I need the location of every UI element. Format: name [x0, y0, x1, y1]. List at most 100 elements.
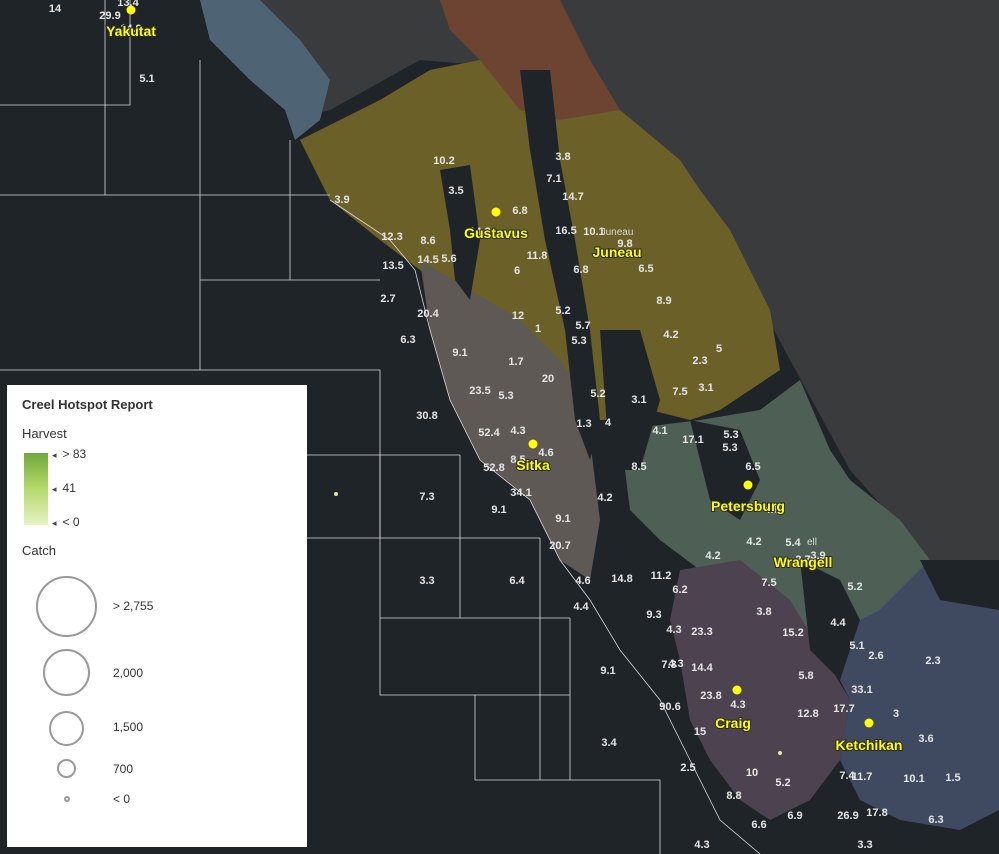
city-marker-sitka[interactable]: [528, 439, 538, 449]
area-value-label[interactable]: 6.2: [672, 584, 687, 596]
area-value-label[interactable]: 1: [535, 323, 541, 335]
area-value-label[interactable]: 8.6: [420, 235, 435, 247]
city-marker-yakutat[interactable]: [126, 5, 136, 15]
area-value-label[interactable]: 3.9: [334, 194, 349, 206]
area-value-label[interactable]: 14.7: [562, 191, 583, 203]
area-value-label[interactable]: 7.3: [661, 659, 676, 671]
area-value-label[interactable]: 17.8: [866, 807, 887, 819]
area-value-label[interactable]: 4.3: [694, 839, 709, 851]
area-value-label[interactable]: 7.1: [546, 173, 561, 185]
area-value-label[interactable]: 11.2: [651, 570, 672, 582]
area-value-label[interactable]: 3: [893, 708, 899, 720]
area-value-label[interactable]: 10.2: [433, 155, 454, 167]
area-value-label[interactable]: 3.6: [918, 733, 933, 745]
area-value-label[interactable]: 3.8: [555, 151, 570, 163]
area-value-label[interactable]: 1.3: [576, 418, 591, 430]
area-value-label[interactable]: 5.1: [139, 73, 154, 85]
area-value-label[interactable]: 12.3: [381, 231, 402, 243]
area-value-label[interactable]: 33.1: [851, 684, 872, 696]
area-value-label[interactable]: 10.1: [903, 773, 924, 785]
area-value-label[interactable]: 16.5: [555, 225, 576, 237]
area-value-label[interactable]: 6: [514, 265, 520, 277]
area-value-label[interactable]: 29.9: [99, 10, 120, 22]
area-value-label[interactable]: 14.5: [417, 254, 438, 266]
area-value-label[interactable]: 6.3: [928, 814, 943, 826]
area-value-label[interactable]: 5.3: [498, 390, 513, 402]
area-value-label[interactable]: 4.2: [746, 536, 761, 548]
area-value-label[interactable]: 6.8: [573, 264, 588, 276]
area-value-label[interactable]: 1.7: [508, 356, 523, 368]
area-value-label[interactable]: 3.3: [857, 839, 872, 851]
area-value-label[interactable]: 5.1: [849, 640, 864, 652]
area-value-label[interactable]: 5.8: [798, 670, 813, 682]
area-value-label[interactable]: 3.5: [448, 185, 463, 197]
area-value-label[interactable]: 4.2: [663, 329, 678, 341]
area-value-label[interactable]: 9.1: [600, 665, 615, 677]
area-value-label[interactable]: 2.3: [925, 655, 940, 667]
area-value-label[interactable]: 4.2: [705, 550, 720, 562]
area-value-label[interactable]: 6.6: [751, 819, 766, 831]
area-value-label[interactable]: 90.6: [659, 701, 680, 713]
area-value-label[interactable]: 5.2: [590, 388, 605, 400]
area-value-label[interactable]: 5.7: [575, 320, 590, 332]
area-value-label[interactable]: 6.5: [745, 461, 760, 473]
area-value-label[interactable]: 17.7: [833, 703, 854, 715]
area-value-label[interactable]: 6.8: [512, 205, 527, 217]
area-value-label[interactable]: 4.4: [830, 617, 846, 629]
area-value-label[interactable]: 15.2: [782, 627, 803, 639]
area-value-label[interactable]: 14: [49, 3, 62, 15]
area-value-label[interactable]: 52.8: [483, 462, 504, 474]
area-value-label[interactable]: 3.8: [756, 606, 771, 618]
area-value-label[interactable]: 7.3: [419, 491, 434, 503]
area-value-label[interactable]: 26.9: [837, 810, 858, 822]
area-value-label[interactable]: 3.1: [698, 382, 713, 394]
area-value-label[interactable]: 8.8: [726, 790, 741, 802]
area-value-label[interactable]: 4: [605, 417, 612, 429]
catch-point[interactable]: [778, 751, 782, 755]
area-value-label[interactable]: 23.8: [700, 690, 721, 702]
area-value-label[interactable]: 8.5: [631, 461, 646, 473]
area-value-label[interactable]: 9.1: [491, 504, 506, 516]
area-value-label[interactable]: 7.5: [761, 577, 776, 589]
city-marker-gustavus[interactable]: [491, 207, 501, 217]
area-value-label[interactable]: 8.9: [656, 295, 671, 307]
area-value-label[interactable]: 52.4: [478, 427, 500, 439]
area-value-label[interactable]: 4.3: [730, 699, 745, 711]
area-value-label[interactable]: 2.3: [692, 355, 707, 367]
area-value-label[interactable]: 20: [542, 373, 554, 385]
area-value-label[interactable]: 5.3: [571, 335, 586, 347]
area-value-label[interactable]: 2.6: [868, 650, 883, 662]
area-value-label[interactable]: 4.3: [510, 425, 525, 437]
area-value-label[interactable]: 4.1: [652, 425, 667, 437]
area-value-label[interactable]: 9.1: [452, 347, 467, 359]
area-value-label[interactable]: 11.8: [527, 250, 548, 262]
area-value-label[interactable]: 10: [746, 767, 758, 779]
area-value-label[interactable]: 4.3: [666, 624, 681, 636]
area-value-label[interactable]: 5.2: [847, 581, 862, 593]
area-value-label[interactable]: 30.8: [416, 410, 437, 422]
area-value-label[interactable]: 6.3: [400, 334, 415, 346]
area-value-label[interactable]: 20.4: [417, 308, 439, 320]
city-marker-petersburg[interactable]: [743, 480, 753, 490]
area-value-label[interactable]: 11.7: [852, 771, 873, 783]
area-value-label[interactable]: 5.3: [722, 442, 737, 454]
area-value-label[interactable]: 14.8: [611, 573, 632, 585]
area-value-label[interactable]: 12.8: [797, 708, 818, 720]
area-value-label[interactable]: 23.3: [691, 626, 712, 638]
area-value-label[interactable]: 3.3: [419, 575, 434, 587]
area-value-label[interactable]: 3.1: [631, 394, 646, 406]
area-value-label[interactable]: 6.9: [787, 810, 802, 822]
area-value-label[interactable]: 3.4: [601, 737, 617, 749]
area-value-label[interactable]: 1.5: [945, 772, 960, 784]
area-value-label[interactable]: 34.1: [510, 487, 531, 499]
area-value-label[interactable]: 7.5: [672, 386, 687, 398]
area-value-label[interactable]: 5.2: [775, 777, 790, 789]
area-value-label[interactable]: 5.6: [441, 253, 456, 265]
area-value-label[interactable]: 15: [694, 726, 706, 738]
area-value-label[interactable]: 6.5: [638, 263, 653, 275]
area-value-label[interactable]: 6.4: [509, 575, 525, 587]
area-value-label[interactable]: 12: [512, 310, 524, 322]
area-value-label[interactable]: 5: [716, 343, 722, 355]
city-marker-craig[interactable]: [732, 685, 742, 695]
area-value-label[interactable]: 2.7: [380, 293, 395, 305]
